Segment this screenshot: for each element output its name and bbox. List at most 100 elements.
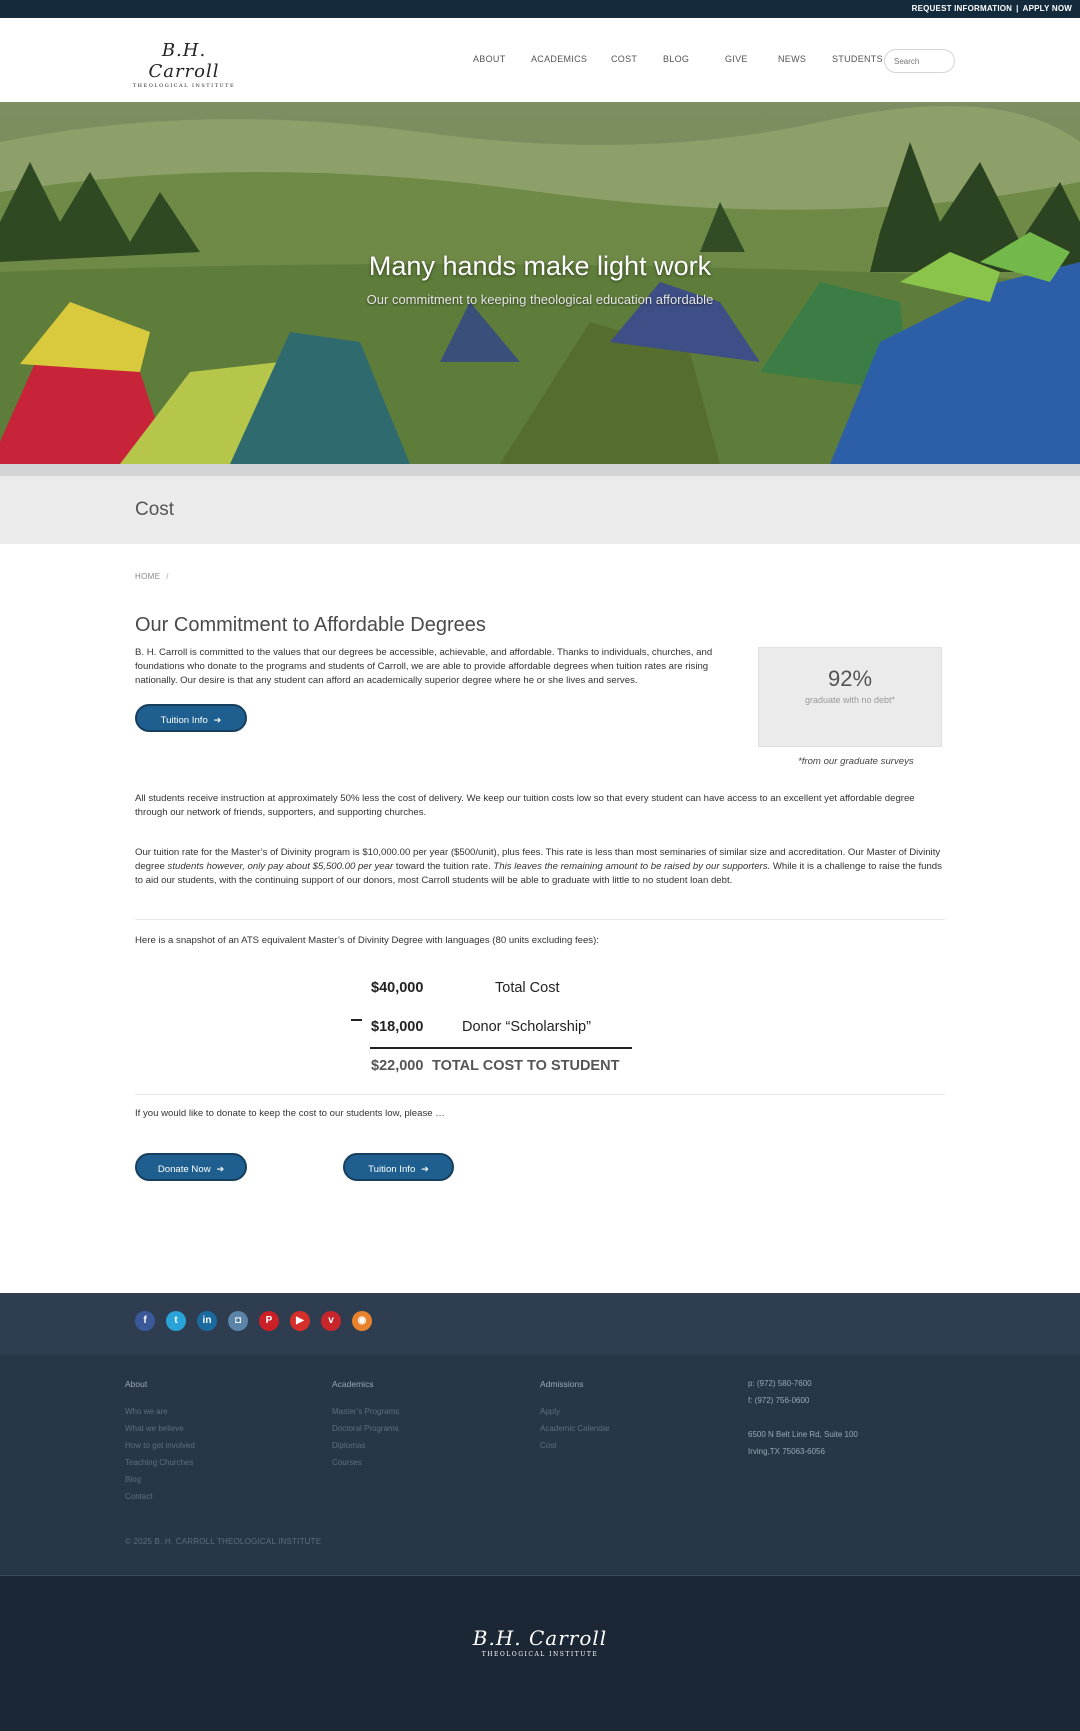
top-links: REQUEST INFORMATION | APPLY NOW xyxy=(912,4,1072,13)
stat-footnote: *from our graduate surveys xyxy=(798,756,914,767)
donate-now-button[interactable]: Donate Now ➔ xyxy=(135,1153,247,1181)
footer-bottom: B.H. Carroll THEOLOGICAL INSTITUTE xyxy=(0,1576,1080,1731)
footer-social-bar: f t in ◘ P ▶ v ◉ xyxy=(0,1293,1080,1355)
footer-logo-script: B.H. Carroll xyxy=(472,1626,608,1650)
footer-link[interactable]: Master’s Programs xyxy=(332,1407,399,1424)
footer-col-admissions: Admissions Apply Academic Calendar Cost xyxy=(540,1379,610,1458)
tuition-info-button[interactable]: Tuition Info ➔ xyxy=(135,704,247,732)
footer-link[interactable]: Cost xyxy=(540,1441,610,1458)
total-cost-amount: $40,000 xyxy=(371,980,424,996)
donate-prompt: If you would like to donate to keep the … xyxy=(135,1108,445,1119)
footer-link[interactable]: Courses xyxy=(332,1458,399,1475)
pinterest-icon[interactable]: P xyxy=(259,1311,279,1331)
copyright: © 2025 B. H. CARROLL THEOLOGICAL INSTITU… xyxy=(125,1537,322,1546)
request-information-link[interactable]: REQUEST INFORMATION xyxy=(912,4,1013,13)
breadcrumb-separator: / xyxy=(166,572,169,581)
footer-col-title: Admissions xyxy=(540,1379,584,1389)
vimeo-icon[interactable]: v xyxy=(321,1311,341,1331)
footer-link[interactable]: What we believe xyxy=(125,1424,195,1441)
tuition-rate-text-b: students however, only pay about $5,500.… xyxy=(167,861,394,872)
nav-about[interactable]: ABOUT xyxy=(473,54,531,64)
twitter-icon[interactable]: t xyxy=(166,1311,186,1331)
footer-address-line1: 6500 N Belt Line Rd, Suite 100 xyxy=(748,1430,858,1439)
nav-blog[interactable]: BLOG xyxy=(663,54,725,64)
nav-news[interactable]: NEWS xyxy=(778,54,832,64)
hero-camping-image xyxy=(0,102,1080,464)
student-cost-amount: $22,000 xyxy=(371,1058,424,1074)
footer-logo[interactable]: B.H. Carroll THEOLOGICAL INSTITUTE xyxy=(470,1626,610,1658)
footer-link[interactable]: Apply xyxy=(540,1407,610,1424)
instagram-icon[interactable]: ◘ xyxy=(228,1311,248,1331)
footer-col-academics: Academics Master’s Programs Doctoral Pro… xyxy=(332,1379,399,1475)
main-nav: ABOUT ACADEMICS COST BLOG GIVE NEWS STUD… xyxy=(473,54,892,64)
nav-academics[interactable]: ACADEMICS xyxy=(531,54,611,64)
footer-col-title: About xyxy=(125,1379,148,1389)
footer-link[interactable]: How to get involved xyxy=(125,1441,195,1458)
footer-link[interactable]: Contact xyxy=(125,1492,195,1509)
footer-spacer xyxy=(748,1413,858,1430)
delivery-cost-paragraph: All students receive instruction at appr… xyxy=(135,793,915,818)
footer-link[interactable]: Who we are xyxy=(125,1407,195,1424)
hero-banner: Many hands make light work Our commitmen… xyxy=(0,102,1080,464)
footer-address-line2: Irving,TX 75063-6056 xyxy=(748,1447,825,1456)
top-links-separator: | xyxy=(1016,4,1019,13)
nav-cost[interactable]: COST xyxy=(611,54,663,64)
site-logo[interactable]: B.H. Carroll THEOLOGICAL INSTITUTE xyxy=(128,40,240,89)
rss-icon[interactable]: ◉ xyxy=(352,1311,372,1331)
facebook-icon[interactable]: f xyxy=(135,1311,155,1331)
footer-col-about: About Who we are What we believe How to … xyxy=(125,1379,195,1509)
calc-rule xyxy=(370,1047,632,1049)
tuition-rate-text-d: This leaves the remaining amount to be r… xyxy=(493,861,771,872)
footer-col-title: Academics xyxy=(332,1379,374,1389)
footer-contact: p: (972) 580-7600 f: (972) 756-0600 6500… xyxy=(748,1379,858,1464)
hero-title: Many hands make light work xyxy=(368,251,712,281)
divider xyxy=(135,919,945,920)
arrow-right-icon: ➔ xyxy=(421,1164,429,1174)
total-cost-label: Total Cost xyxy=(495,980,560,996)
tuition-rate-paragraph: Our tuition rate for the Master’s of Div… xyxy=(135,846,945,888)
nav-students[interactable]: STUDENTS xyxy=(832,54,892,64)
arrow-right-icon: ➔ xyxy=(216,1164,225,1174)
donate-now-button-label: Donate Now xyxy=(157,1164,211,1175)
stat-label: graduate with no debt* xyxy=(804,695,896,705)
footer-link[interactable]: Blog xyxy=(125,1475,195,1492)
title-band-accent xyxy=(0,464,1080,476)
site-header: B.H. Carroll THEOLOGICAL INSTITUTE ABOUT… xyxy=(0,18,1080,102)
top-utility-bar: REQUEST INFORMATION | APPLY NOW xyxy=(0,0,1080,18)
minus-icon xyxy=(351,1019,362,1021)
footer-fax: f: (972) 756-0600 xyxy=(748,1396,810,1405)
nav-give[interactable]: GIVE xyxy=(725,54,778,64)
tuition-info-button-2-label: Tuition Info xyxy=(368,1164,416,1175)
tuition-info-button-2[interactable]: Tuition Info ➔ xyxy=(343,1153,454,1181)
breadcrumb-home[interactable]: HOME xyxy=(135,572,160,581)
hero-subtitle: Our commitment to keeping theological ed… xyxy=(366,292,714,307)
student-cost-label: TOTAL COST TO STUDENT xyxy=(432,1058,620,1074)
footer-link[interactable]: Teaching Churches xyxy=(125,1458,195,1475)
page-title: Cost xyxy=(135,499,175,520)
stat-value: 92% xyxy=(827,666,873,691)
footer-link[interactable]: Doctoral Programs xyxy=(332,1424,399,1441)
logo-script: B.H. Carroll xyxy=(148,40,220,82)
tuition-info-button-label: Tuition Info xyxy=(160,715,208,726)
logo-subtitle: THEOLOGICAL INSTITUTE xyxy=(132,83,236,89)
section-heading: Our Commitment to Affordable Degrees xyxy=(135,614,486,636)
footer-logo-subtitle: THEOLOGICAL INSTITUTE xyxy=(481,1651,599,1658)
breadcrumb: HOME / xyxy=(135,572,169,581)
youtube-icon[interactable]: ▶ xyxy=(290,1311,310,1331)
apply-now-link[interactable]: APPLY NOW xyxy=(1023,4,1072,13)
footer-main: About Who we are What we believe How to … xyxy=(0,1355,1080,1575)
scholarship-label: Donor “Scholarship” xyxy=(462,1019,591,1035)
footer-link[interactable]: Academic Calendar xyxy=(540,1424,610,1441)
tuition-rate-text-c: toward the tuition rate. xyxy=(393,861,494,872)
divider xyxy=(135,1094,945,1095)
footer-phone: p: (972) 580-7600 xyxy=(748,1379,812,1388)
scholarship-amount: $18,000 xyxy=(371,1019,424,1035)
search-input[interactable] xyxy=(884,49,955,73)
linkedin-icon[interactable]: in xyxy=(197,1311,217,1331)
intro-paragraph: B. H. Carroll is committed to the values… xyxy=(135,647,713,686)
snapshot-text: Here is a snapshot of an ATS equivalent … xyxy=(135,935,599,946)
footer-link[interactable]: Diplomas xyxy=(332,1441,399,1458)
page-title-band: Cost xyxy=(0,476,1080,544)
arrow-right-icon: ➔ xyxy=(213,715,222,725)
stat-box: 92% graduate with no debt* xyxy=(758,647,942,747)
